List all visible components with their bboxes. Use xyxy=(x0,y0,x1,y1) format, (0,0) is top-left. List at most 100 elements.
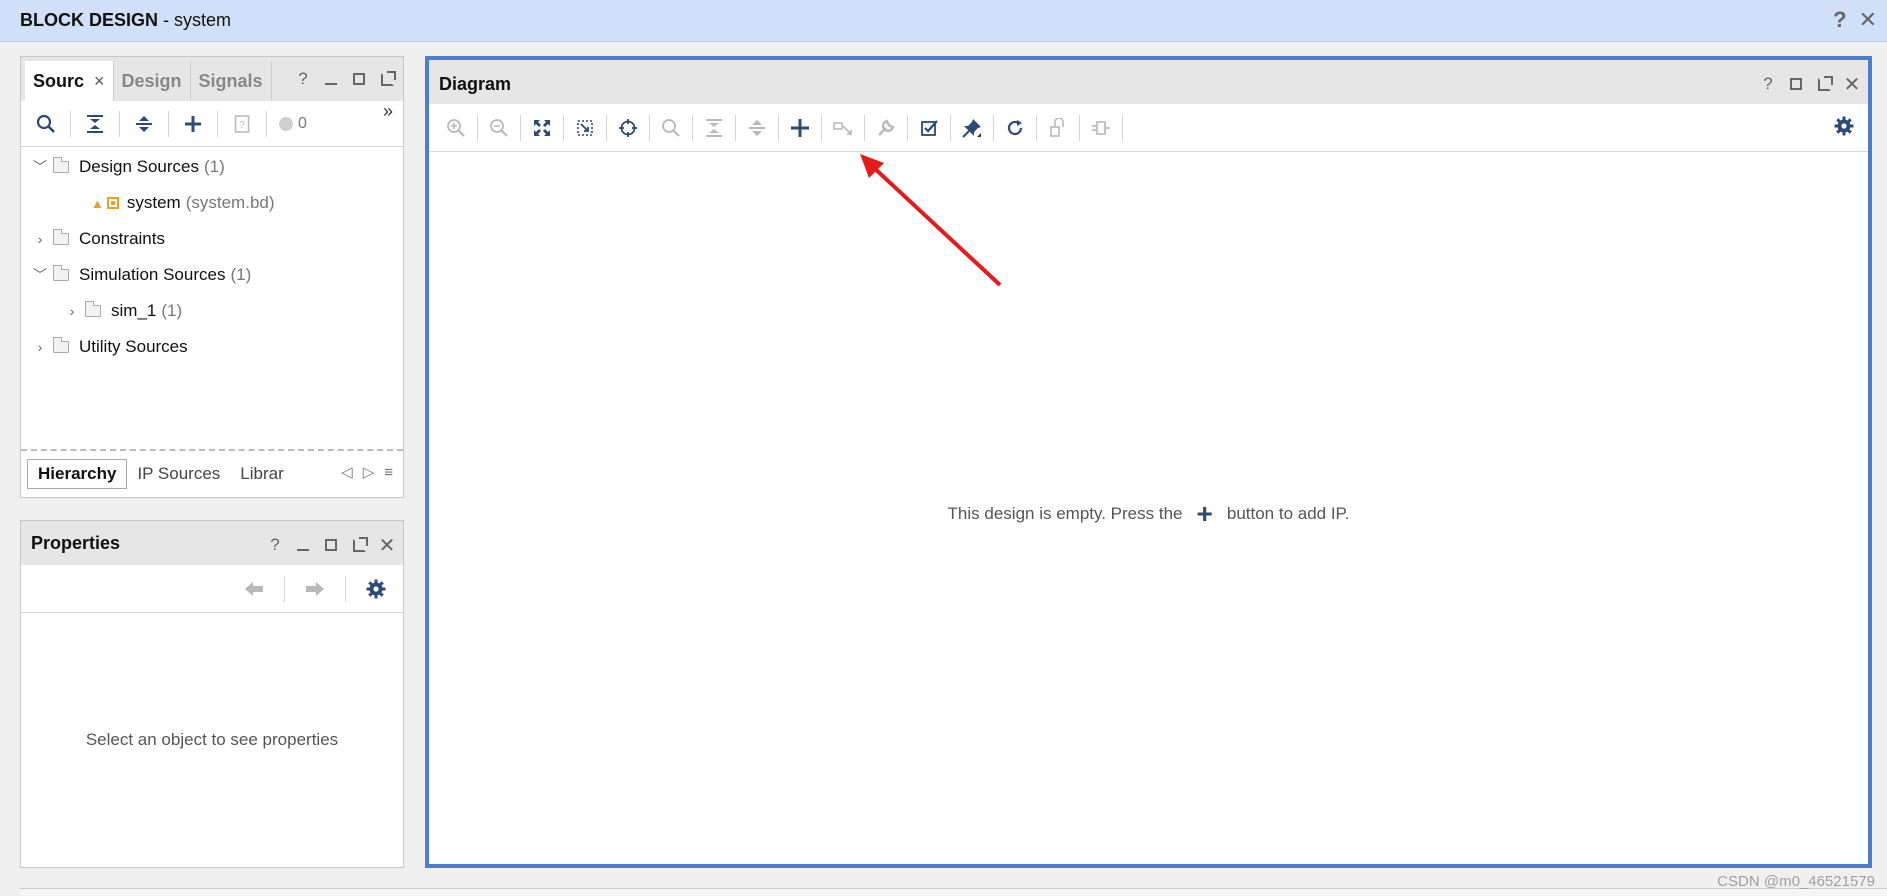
collapse-all-icon[interactable] xyxy=(78,109,112,139)
tab-design[interactable]: Design xyxy=(114,61,191,101)
wrench-icon[interactable] xyxy=(869,113,903,143)
sources-panel: Sourc × Design Signals ? ? 0 » ﹀ Design … xyxy=(20,56,404,498)
tree-item-utility-sources[interactable]: › Utility Sources xyxy=(21,329,403,365)
search-icon[interactable] xyxy=(29,109,63,139)
minimize-icon[interactable] xyxy=(323,71,339,87)
zoom-in-icon[interactable] xyxy=(439,113,473,143)
tree-item-label: system xyxy=(126,193,181,212)
window-title-name: system xyxy=(174,10,232,30)
zoom-out-icon[interactable] xyxy=(482,113,516,143)
close-icon[interactable]: ✕ xyxy=(379,535,396,557)
pin-icon[interactable] xyxy=(955,113,989,143)
help-icon[interactable]: ? xyxy=(1760,74,1776,93)
tree-item-label: Constraints xyxy=(79,229,165,248)
empty-message-text: button to add IP. xyxy=(1226,504,1350,523)
maximize-icon[interactable] xyxy=(323,537,339,553)
help-icon[interactable]: ? xyxy=(267,535,283,554)
gear-icon[interactable] xyxy=(359,574,393,604)
properties-panel: Properties ? ✕ Select an object to see p… xyxy=(20,520,404,868)
tab-libraries[interactable]: Librar xyxy=(230,459,293,489)
collapse-all-icon[interactable] xyxy=(697,113,731,143)
folder-icon xyxy=(84,301,101,317)
expand-all-icon[interactable] xyxy=(127,109,161,139)
tree-item-count: (1) xyxy=(230,265,252,284)
tree-item-label: sim_1 xyxy=(111,301,157,320)
chevron-right-icon[interactable]: › xyxy=(33,339,47,355)
validate-design-icon[interactable] xyxy=(912,113,946,143)
tab-hierarchy[interactable]: Hierarchy xyxy=(27,459,128,489)
tree-item-label: Simulation Sources xyxy=(79,265,226,284)
empty-design-message: This design is empty. Press the + button… xyxy=(429,500,1868,528)
forward-arrow-icon[interactable] xyxy=(298,574,332,604)
diagram-panel: Diagram ? ✕ This design is empty. Press … xyxy=(425,56,1872,868)
title-bar: BLOCK DESIGN - system ? ✕ xyxy=(0,0,1887,42)
chevron-down-icon[interactable]: ﹀ xyxy=(33,267,47,283)
properties-toolbar xyxy=(21,565,403,613)
zoom-area-icon[interactable] xyxy=(568,113,602,143)
scroll-right-icon[interactable]: ▷ xyxy=(363,463,375,481)
sources-toolbar: ? 0 » xyxy=(21,101,403,147)
block-design-icon: ▲ xyxy=(91,196,119,211)
make-connection-icon[interactable] xyxy=(826,113,860,143)
menu-icon[interactable]: ≡ xyxy=(384,464,393,481)
tree-item-design-sources[interactable]: ﹀ Design Sources (1) xyxy=(21,149,403,185)
maximize-icon[interactable] xyxy=(351,71,367,87)
add-ip-button[interactable] xyxy=(783,113,817,143)
properties-title: Properties xyxy=(31,533,121,553)
folder-icon xyxy=(52,157,69,173)
diagram-window-controls: ? ✕ xyxy=(1760,74,1861,96)
add-sources-icon[interactable] xyxy=(176,109,210,139)
tree-item-simulation-sources[interactable]: ﹀ Simulation Sources (1) xyxy=(21,257,403,293)
close-tab-icon[interactable]: × xyxy=(94,71,105,92)
close-icon[interactable]: ✕ xyxy=(1844,74,1861,96)
help-icon[interactable]: ? xyxy=(1833,7,1846,33)
chevron-right-icon[interactable]: › xyxy=(65,303,79,319)
gear-icon[interactable] xyxy=(1834,116,1854,141)
create-hierarchy-icon[interactable] xyxy=(1084,113,1118,143)
tab-sources[interactable]: Sourc × xyxy=(25,61,114,101)
zoom-fit-icon[interactable] xyxy=(525,113,559,143)
chevron-right-icon[interactable]: › xyxy=(33,231,47,247)
help-icon[interactable]: ? xyxy=(295,69,311,88)
search-icon[interactable] xyxy=(654,113,688,143)
error-count: 0 xyxy=(298,114,307,132)
tree-item-count: (1) xyxy=(204,157,225,176)
float-icon[interactable] xyxy=(379,70,396,87)
plus-icon xyxy=(791,118,809,137)
diagram-title: Diagram xyxy=(439,74,512,94)
tree-item-constraints[interactable]: › Constraints xyxy=(21,221,403,257)
refresh-icon[interactable] xyxy=(998,113,1032,143)
properties-doc-icon[interactable]: ? xyxy=(225,109,259,139)
minimize-icon[interactable] xyxy=(1788,76,1804,92)
plus-icon: + xyxy=(1196,498,1213,529)
chevron-down-icon[interactable]: ﹀ xyxy=(33,159,47,175)
window-title-separator: - xyxy=(163,10,170,30)
float-icon[interactable] xyxy=(1816,75,1833,92)
diagram-panel-header xyxy=(429,60,1868,104)
expand-all-icon[interactable] xyxy=(740,113,774,143)
folder-icon xyxy=(52,229,69,245)
regenerate-layout-icon[interactable] xyxy=(1041,113,1075,143)
watermark: CSDN @m0_46521579 xyxy=(1717,873,1875,890)
back-arrow-icon[interactable] xyxy=(237,574,271,604)
tree-item-label: Design Sources xyxy=(79,157,200,176)
sources-bottom-tabs: Hierarchy IP Sources Librar ◁ ▷ ≡ xyxy=(21,449,403,497)
crosshair-icon[interactable] xyxy=(611,113,645,143)
minimize-icon[interactable] xyxy=(295,537,311,553)
tree-item-sim-1[interactable]: › sim_1 (1) xyxy=(21,293,403,329)
more-icon[interactable]: » xyxy=(383,101,393,122)
float-icon[interactable] xyxy=(351,536,368,553)
tab-signals[interactable]: Signals xyxy=(191,61,272,101)
folder-icon xyxy=(52,337,69,353)
tab-ip-sources[interactable]: IP Sources xyxy=(127,459,230,489)
scroll-left-icon[interactable]: ◁ xyxy=(341,463,353,481)
tree-item-file: (system.bd) xyxy=(185,193,275,212)
sources-tabs: Sourc × Design Signals xyxy=(25,61,272,101)
tree-item-system[interactable]: ▲ system (system.bd) xyxy=(21,185,403,221)
sources-window-controls: ? xyxy=(295,69,396,88)
tab-label: Sourc xyxy=(33,70,85,91)
unused-sources-status[interactable]: 0 xyxy=(274,109,311,139)
close-icon[interactable]: ✕ xyxy=(1859,7,1877,33)
sources-tree: ﹀ Design Sources (1) ▲ system (system.bd… xyxy=(21,149,403,365)
properties-window-controls: ? ✕ xyxy=(267,535,396,557)
